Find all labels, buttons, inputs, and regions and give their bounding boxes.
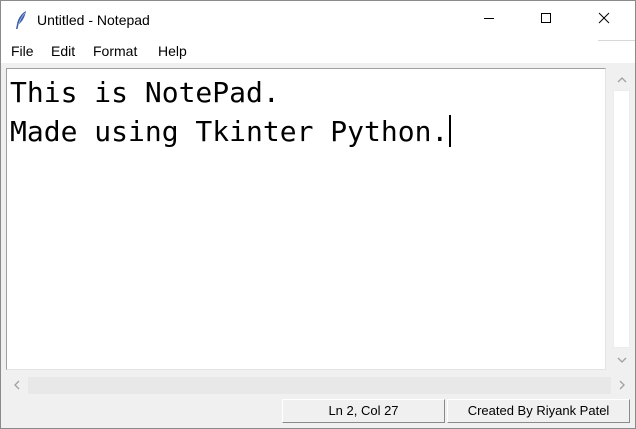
credit-status: Created By Riyank Patel [447, 399, 630, 423]
editor-line-text: Made using Tkinter Python. [10, 115, 449, 148]
menu-help[interactable]: Help [158, 42, 187, 60]
scroll-up-button[interactable] [610, 68, 633, 90]
chevron-down-icon [617, 350, 627, 368]
close-button[interactable] [581, 1, 627, 39]
text-caret [449, 115, 452, 147]
text-editor[interactable]: This is NotePad. Made using Tkinter Pyth… [6, 68, 606, 370]
chevron-right-icon [619, 377, 625, 395]
minimize-icon [483, 11, 495, 29]
editor-line: Made using Tkinter Python. [10, 115, 452, 149]
window-title: Untitled - Notepad [37, 12, 150, 28]
chevron-left-icon [14, 377, 20, 395]
maximize-icon [540, 11, 552, 29]
menu-divider [598, 40, 635, 41]
scroll-right-button[interactable] [611, 375, 633, 396]
vertical-scrollbar[interactable] [610, 68, 633, 370]
menu-file[interactable]: File [11, 42, 34, 60]
feather-icon [13, 10, 29, 30]
notepad-window: Untitled - Notepad File Edit Format Help… [0, 0, 636, 429]
minimize-button[interactable] [466, 1, 512, 39]
menu-format[interactable]: Format [93, 42, 137, 60]
maximize-button[interactable] [523, 1, 569, 39]
scroll-left-button[interactable] [6, 375, 28, 396]
editor-line-text: This is NotePad. [10, 76, 280, 109]
title-bar[interactable]: Untitled - Notepad [1, 1, 635, 39]
horizontal-scroll-thumb[interactable] [28, 377, 611, 394]
horizontal-scrollbar[interactable] [6, 375, 633, 396]
menu-edit[interactable]: Edit [51, 42, 75, 60]
scroll-down-button[interactable] [610, 348, 633, 370]
chevron-up-icon [617, 70, 627, 88]
close-icon [598, 11, 610, 29]
vertical-scroll-thumb[interactable] [613, 90, 630, 348]
cursor-position-status: Ln 2, Col 27 [282, 399, 445, 423]
editor-line: This is NotePad. [10, 76, 280, 110]
